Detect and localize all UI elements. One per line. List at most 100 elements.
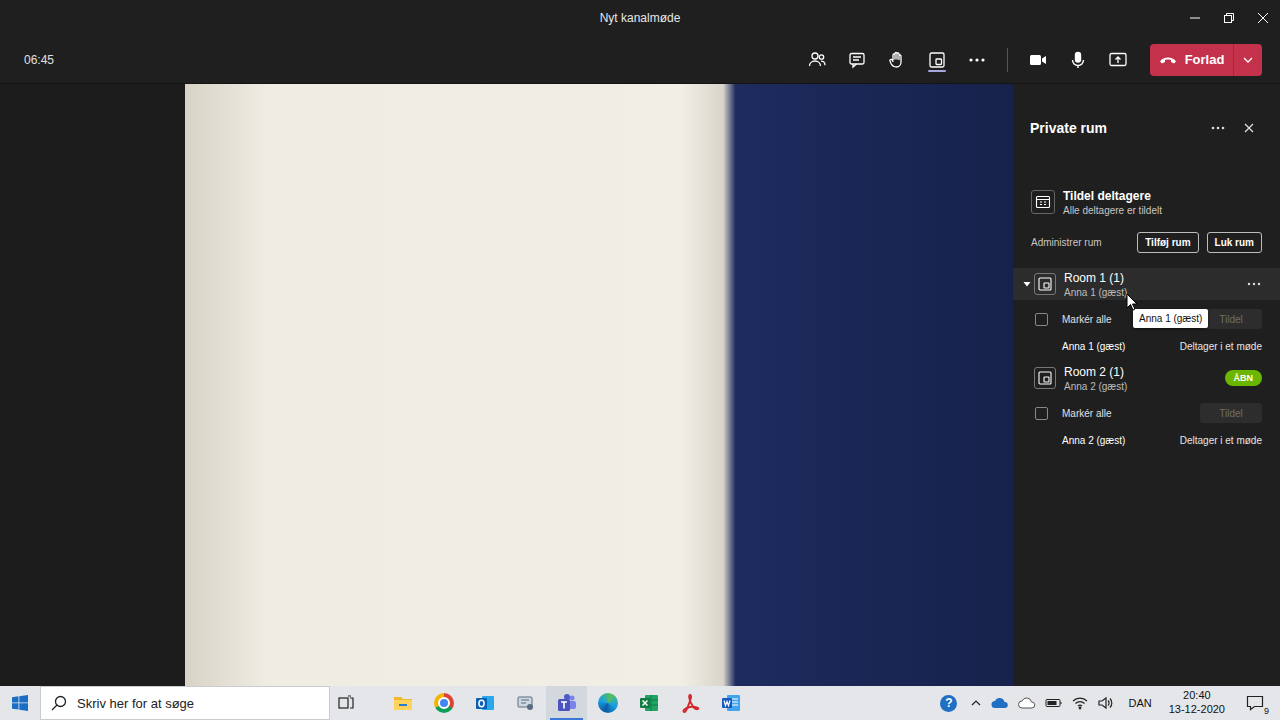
- room-name: Room 1 (1): [1064, 271, 1127, 285]
- select-all-label[interactable]: Markér alle: [1062, 314, 1111, 325]
- room-member[interactable]: Anna 2 (gæst) Deltager i et møde: [1013, 427, 1280, 453]
- meeting-timer: 06:45: [24, 53, 54, 67]
- chevron-down-icon: [1243, 55, 1253, 65]
- toolbar-button[interactable]: [837, 36, 877, 84]
- assign-button[interactable]: Tildel: [1200, 309, 1262, 329]
- taskbar-app[interactable]: [546, 686, 587, 720]
- select-all-row: Markér alle Tildel: [1013, 399, 1280, 427]
- room-header[interactable]: Room 1 (1) Anna 1 (gæst): [1013, 268, 1280, 300]
- notification-center[interactable]: 9: [1240, 695, 1270, 711]
- toolbar-button[interactable]: [957, 36, 997, 84]
- close-window-button[interactable]: [1246, 0, 1280, 36]
- toolbar-button[interactable]: [877, 36, 917, 84]
- minimize-button[interactable]: [1178, 0, 1212, 36]
- onedrive-personal-icon[interactable]: [1018, 697, 1036, 709]
- assign-title: Tildel deltagere: [1063, 189, 1162, 203]
- assign-icon: [1035, 194, 1051, 210]
- wifi-icon[interactable]: [1072, 696, 1088, 710]
- window-controls: [680, 0, 1280, 36]
- battery-icon[interactable]: [1045, 697, 1063, 709]
- select-all-checkbox[interactable]: [1035, 407, 1048, 420]
- room-open-badge: ÅBN: [1225, 370, 1263, 386]
- title-bar: Nyt kanalmøde: [0, 0, 1280, 36]
- raise-hand-icon: [887, 50, 907, 70]
- member-status: Deltager i et møde: [1180, 341, 1262, 352]
- room: Room 2 (1) Anna 2 (gæst) ÅBN Markér alle…: [1013, 362, 1280, 453]
- file-explorer-icon: [392, 692, 414, 714]
- outlook-icon: [474, 692, 496, 714]
- taskbar-app[interactable]: [628, 686, 669, 720]
- taskbar-search[interactable]: Skriv her for at søge: [40, 686, 330, 720]
- taskbar-app[interactable]: [464, 686, 505, 720]
- taskbar-app[interactable]: [330, 686, 362, 720]
- toolbar-button[interactable]: [917, 36, 957, 84]
- meeting-stage: Private rum Tildel deltagere Alle deltag…: [0, 84, 1280, 686]
- assign-participants[interactable]: Tildel deltagere Alle deltagere er tilde…: [1013, 186, 1280, 218]
- input-language[interactable]: DAN: [1128, 697, 1151, 709]
- room-more-icon[interactable]: [1246, 276, 1262, 292]
- search-placeholder: Skriv her for at søge: [77, 696, 194, 711]
- notification-icon: [1246, 695, 1264, 711]
- taskbar-app[interactable]: [669, 686, 710, 720]
- clock[interactable]: 20:40 13-12-2020: [1169, 689, 1225, 717]
- minimize-icon: [1190, 13, 1200, 23]
- assign-button[interactable]: Tildel: [1200, 403, 1262, 423]
- window-title: Nyt kanalmøde: [600, 11, 681, 25]
- teams-icon: [556, 692, 578, 714]
- more-options-icon[interactable]: [1210, 120, 1226, 136]
- manage-button[interactable]: Luk rum: [1207, 232, 1262, 253]
- acrobat-icon: [679, 692, 701, 714]
- leave-button[interactable]: Forlad: [1150, 44, 1262, 76]
- microphone-icon: [1068, 50, 1088, 70]
- room-icon: [1038, 277, 1052, 291]
- room-summary: Anna 1 (gæst): [1064, 287, 1127, 298]
- device-button[interactable]: [1058, 36, 1098, 84]
- device-button[interactable]: [1098, 36, 1138, 84]
- taskbar-app[interactable]: [587, 686, 628, 720]
- start-button[interactable]: [0, 686, 40, 720]
- room-icon: [1038, 371, 1052, 385]
- participants-icon: [807, 50, 827, 70]
- member-name: Anna 2 (gæst): [1062, 435, 1125, 446]
- chrome-icon: [434, 693, 454, 713]
- share-screen-icon: [1108, 50, 1128, 70]
- select-all-checkbox[interactable]: [1035, 313, 1048, 326]
- breakout-rooms-icon: [927, 50, 947, 70]
- taskbar-app[interactable]: [505, 686, 546, 720]
- snipping-tool-icon: [515, 692, 537, 714]
- windows-logo-icon: [12, 695, 28, 711]
- manage-rooms: Administrer rum Tilføj rumLuk rum: [1013, 230, 1280, 254]
- toolbar-button[interactable]: [797, 36, 837, 84]
- excel-icon: [638, 692, 660, 714]
- member-name: Anna 1 (gæst): [1062, 341, 1125, 352]
- caret-down-icon[interactable]: [1023, 280, 1031, 288]
- taskbar-app[interactable]: [710, 686, 751, 720]
- close-icon: [1258, 13, 1268, 23]
- show-hidden-icons-icon[interactable]: [970, 697, 982, 709]
- close-panel-icon[interactable]: [1241, 120, 1257, 136]
- notification-count: 9: [1264, 706, 1269, 716]
- room-member[interactable]: Anna 1 (gæst) Deltager i et møde: [1013, 333, 1280, 359]
- mouse-cursor-icon: [1126, 293, 1138, 311]
- onedrive-business-icon[interactable]: [991, 697, 1009, 709]
- manage-button[interactable]: Tilføj rum: [1137, 232, 1198, 253]
- select-all-label[interactable]: Markér alle: [1062, 408, 1111, 419]
- tooltip: Anna 1 (gæst): [1133, 309, 1208, 328]
- toolbar-divider: [1007, 48, 1008, 72]
- meeting-toolbar: 06:45 Forlad: [0, 36, 1280, 84]
- breakout-rooms-panel: Private rum Tildel deltagere Alle deltag…: [1013, 84, 1280, 686]
- hang-up-icon: [1159, 51, 1177, 69]
- clock-time: 20:40: [1183, 689, 1211, 703]
- room-name: Room 2 (1): [1064, 365, 1127, 379]
- volume-icon[interactable]: [1097, 696, 1113, 710]
- device-button[interactable]: [1018, 36, 1058, 84]
- taskbar-app[interactable]: [423, 686, 464, 720]
- room-summary: Anna 2 (gæst): [1064, 381, 1127, 392]
- room-header[interactable]: Room 2 (1) Anna 2 (gæst) ÅBN: [1013, 362, 1280, 394]
- system-tray: ? DAN 20:40 13-12-2020 9: [940, 686, 1280, 720]
- search-icon: [51, 695, 67, 711]
- clock-date: 13-12-2020: [1169, 703, 1225, 717]
- taskbar-app[interactable]: [382, 686, 423, 720]
- restore-button[interactable]: [1212, 0, 1246, 36]
- help-button[interactable]: ?: [940, 695, 957, 712]
